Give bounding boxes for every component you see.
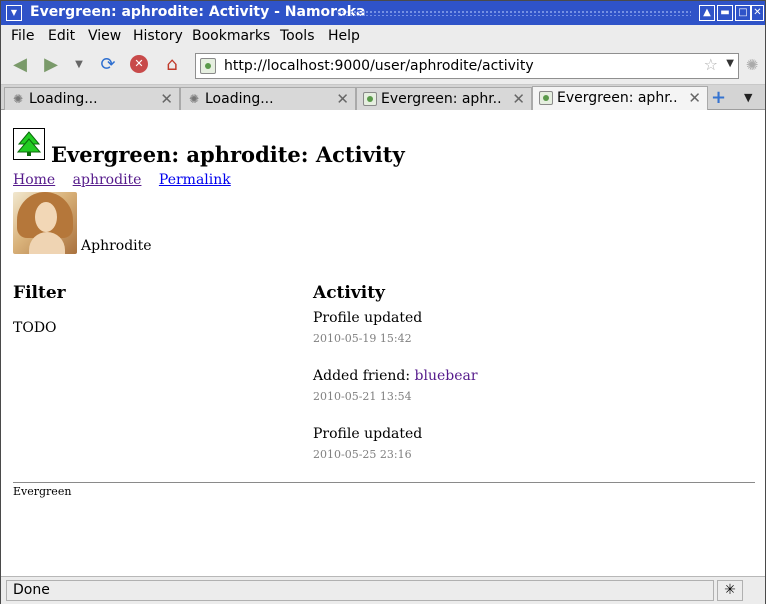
site-favicon-icon [200,58,216,74]
tab-label: Loading... [29,91,98,107]
page-title: Evergreen: aphrodite: Activity [51,142,405,167]
close-window-button[interactable]: ✕ [751,5,764,21]
menu-history[interactable]: History [133,28,183,44]
window-title: Evergreen: aphrodite: Activity - Namorok… [30,4,366,20]
tab-evergreen-1[interactable]: Evergreen: aphr... ✕ [356,87,532,110]
activity-item: Added friend: bluebear [313,368,478,384]
tab-list-dropdown-icon[interactable]: ▼ [744,91,752,104]
footer-text: Evergreen [13,485,72,498]
menu-edit[interactable]: Edit [48,28,75,44]
friend-link[interactable]: bluebear [415,368,478,384]
back-arrow-icon[interactable]: ◀ [8,53,32,77]
spinner-icon: ✺ [12,92,24,106]
breadcrumb: Home aphrodite Permalink [13,172,244,188]
menu-bar: File Edit View History Bookmarks Tools H… [1,25,765,47]
home-link[interactable]: Home [13,172,55,188]
minimize-button[interactable]: ▲ [699,5,715,21]
user-display-name: Aphrodite [81,238,152,254]
new-tab-icon[interactable]: + [711,87,726,108]
activity-time: 2010-05-19 15:42 [313,332,412,345]
tab-label: Evergreen: aphr... [557,90,679,106]
filter-text: TODO [13,320,57,336]
throbber-icon: ✺ [745,56,759,74]
tab-bar: ✺ Loading... ✕ ✺ Loading... ✕ Evergreen:… [1,85,765,111]
url-text[interactable]: http://localhost:9000/user/aphrodite/act… [224,58,534,74]
page-content: Evergreen: aphrodite: Activity Home aphr… [1,110,765,576]
tree-icon [17,131,41,156]
tab-label: Loading... [205,91,274,107]
browser-window: ▼ Evergreen: aphrodite: Activity - Namor… [0,0,766,604]
status-panel: Done [6,580,714,601]
reload-icon[interactable]: ⟳ [96,53,120,77]
menu-view[interactable]: View [88,28,121,44]
restore-button[interactable]: ▬ [717,5,733,21]
footer-divider [13,482,755,483]
page-icon [363,92,377,106]
activity-item: Profile updated [313,426,422,442]
tab-label: Evergreen: aphr... [381,91,503,107]
tab-close-icon[interactable]: ✕ [336,90,349,108]
window-menu-button[interactable]: ▼ [6,5,22,21]
user-link[interactable]: aphrodite [73,172,142,188]
menu-file[interactable]: File [11,28,34,44]
tab-evergreen-active[interactable]: Evergreen: aphr... ✕ [532,86,708,111]
maximize-button[interactable]: □ [735,5,751,21]
tab-close-icon[interactable]: ✕ [160,90,173,108]
tab-close-icon[interactable]: ✕ [512,90,525,108]
title-bar-grip [337,10,691,16]
activity-time: 2010-05-21 13:54 [313,390,412,403]
activity-time: 2010-05-25 23:16 [313,448,412,461]
avatar [13,192,77,254]
status-bar: Done ✳ [1,576,765,604]
menu-help[interactable]: Help [328,28,360,44]
url-dropdown-icon[interactable]: ▼ [726,58,734,69]
tab-close-icon[interactable]: ✕ [688,89,701,107]
activity-text: Profile updated [313,426,423,442]
page-icon [539,91,553,105]
title-bar: ▼ Evergreen: aphrodite: Activity - Namor… [1,1,765,25]
status-text: Done [13,582,50,598]
navigation-toolbar: ◀ ▶ ▼ ⟳ ✕ ⌂ http://localhost:9000/user/a… [1,48,765,85]
menu-tools[interactable]: Tools [280,28,315,44]
activity-text: Profile updated [313,310,423,326]
tab-loading-1[interactable]: ✺ Loading... ✕ [4,87,180,110]
permalink-link[interactable]: Permalink [159,172,231,188]
activity-item: Profile updated [313,310,422,326]
history-dropdown-icon[interactable]: ▼ [67,53,91,77]
menu-bookmarks[interactable]: Bookmarks [192,28,270,44]
home-icon[interactable]: ⌂ [160,53,184,77]
filter-heading: Filter [13,283,66,303]
site-logo[interactable] [13,128,45,160]
activity-text: Added friend: [313,368,415,384]
bookmark-star-icon[interactable]: ☆ [704,55,718,74]
tab-loading-2[interactable]: ✺ Loading... ✕ [180,87,356,110]
forward-arrow-icon[interactable]: ▶ [39,53,63,77]
activity-heading: Activity [313,283,385,303]
stop-icon[interactable]: ✕ [128,53,152,77]
spinner-icon: ✺ [188,92,200,106]
bug-icon[interactable]: ✳ [717,580,743,601]
address-bar[interactable]: http://localhost:9000/user/aphrodite/act… [195,53,739,79]
